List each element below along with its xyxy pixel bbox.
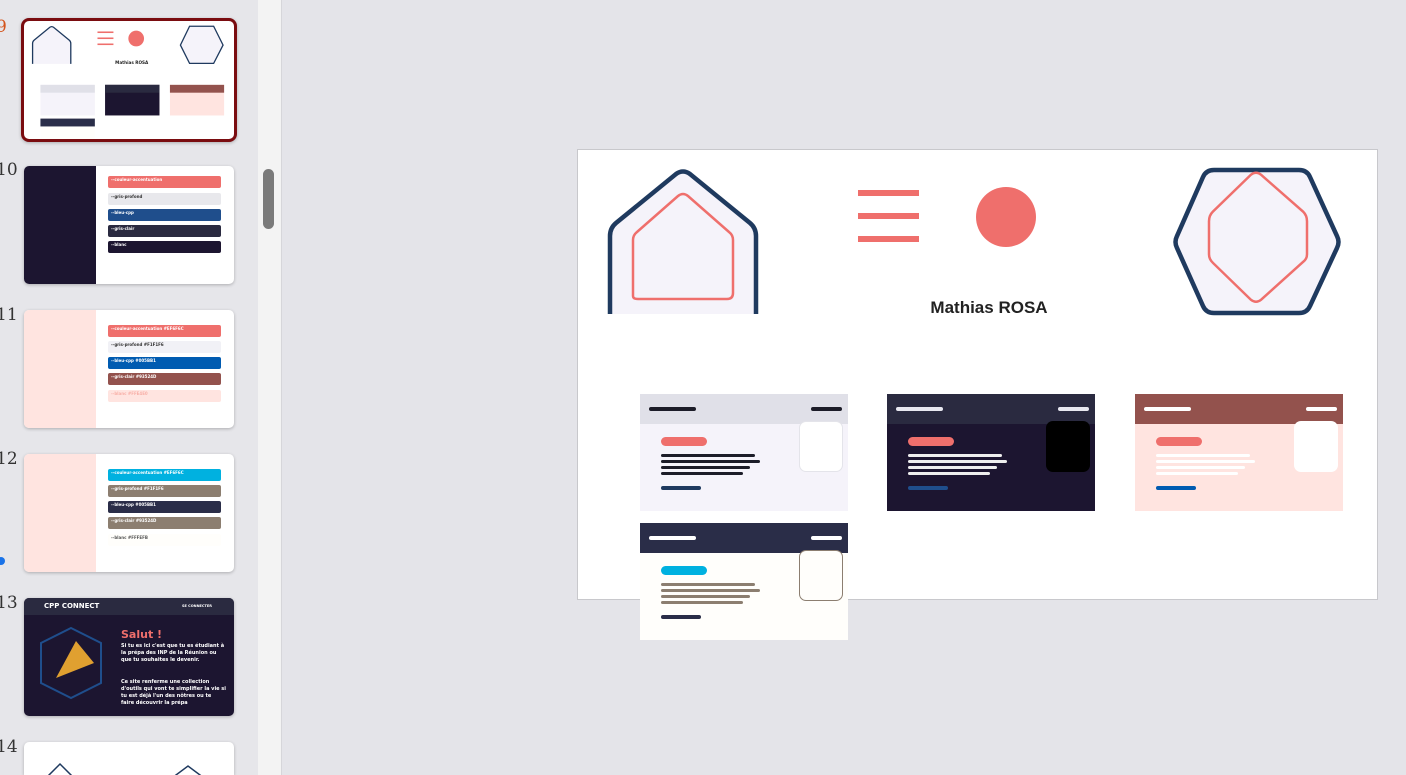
thumbnail-side-art — [24, 310, 96, 428]
greeting: Salut ! — [121, 628, 163, 641]
color-swatch: --couleur-accentuation #EF6F6C — [108, 325, 221, 337]
thumbnail-side-art — [24, 166, 96, 284]
house-icon — [607, 169, 759, 314]
author-name: Mathias ROSA — [930, 298, 1048, 317]
color-swatch: --blanc #FFE4E0 — [108, 390, 221, 402]
slide-number: 11 — [0, 305, 18, 325]
slide-thumbnail-14[interactable] — [24, 742, 234, 775]
panel-scrollbar[interactable] — [258, 0, 282, 775]
color-swatch: --bleu-cpp #005BB1 — [108, 501, 221, 513]
intro-text: Si tu es ici c'est que tu es étudiant à … — [121, 643, 225, 663]
color-swatch: --bleu-cpp #005BB1 — [108, 357, 221, 369]
app-name: CPP CONNECT — [44, 602, 100, 610]
color-swatch: --gris-clair — [108, 225, 221, 237]
color-swatch: --gris-profond #F1F1F6 — [108, 485, 221, 497]
slide-thumbnail-10[interactable]: --couleur-accentuation --gris-profond --… — [24, 166, 234, 284]
svg-text:Mathias ROSA: Mathias ROSA — [115, 60, 149, 65]
color-swatch: --blanc — [108, 241, 221, 253]
intro-text: Ce site renferme une collection d'outils… — [121, 679, 226, 706]
slide-number: 9 — [0, 17, 7, 37]
login-label: SE CONNECTER — [182, 604, 212, 608]
color-swatch: --couleur-accentuation — [108, 176, 221, 188]
slide-canvas[interactable]: Mathias ROSA — [577, 149, 1378, 640]
slide-number: 13 — [0, 593, 18, 613]
slide-thumbnail-13[interactable]: CPP CONNECT SE CONNECTER Salut ! Si tu e… — [24, 598, 234, 716]
circle-shape — [976, 187, 1036, 247]
thumbnail-preview — [47, 762, 202, 775]
color-swatch: --blanc #FFFEFB — [108, 534, 221, 546]
theme-preview-pink — [1135, 394, 1343, 511]
theme-preview-cream — [640, 523, 848, 640]
slide-thumbnail-11[interactable]: --couleur-accentuation #EF6F6C --gris-pr… — [24, 310, 234, 428]
slide-thumbnail-12[interactable]: --couleur-accentuation #EF6F6C --gris-pr… — [24, 454, 234, 572]
cursor-marker — [0, 557, 5, 565]
color-swatch: --gris-profond — [108, 193, 221, 205]
color-swatch: --gris-profond #F1F1F6 — [108, 341, 221, 353]
scrollbar-thumb[interactable] — [263, 169, 274, 229]
hamburger-menu-icon — [858, 190, 919, 242]
slide-number: 14 — [0, 737, 18, 757]
color-swatch: --gris-clair #93524D — [108, 373, 221, 385]
theme-preview-light — [640, 394, 848, 511]
color-swatch: --bleu-cpp — [108, 209, 221, 221]
color-swatch: --couleur-accentuation #EF6F6C — [108, 469, 221, 481]
theme-preview-dark — [887, 394, 1095, 511]
slide-thumbnail-panel: 9 Mathias ROSA 10 --couleur-accentuation… — [0, 0, 258, 775]
thumbnail-side-art — [24, 454, 96, 572]
slide-thumbnail-9[interactable]: Mathias ROSA — [21, 18, 237, 142]
thumbnail-preview: Mathias ROSA — [31, 25, 225, 139]
color-swatch: --gris-clair #93524D — [108, 517, 221, 529]
slide-number: 10 — [0, 160, 18, 180]
slide-number: 12 — [0, 449, 18, 469]
hexagon-icon — [1173, 167, 1341, 316]
